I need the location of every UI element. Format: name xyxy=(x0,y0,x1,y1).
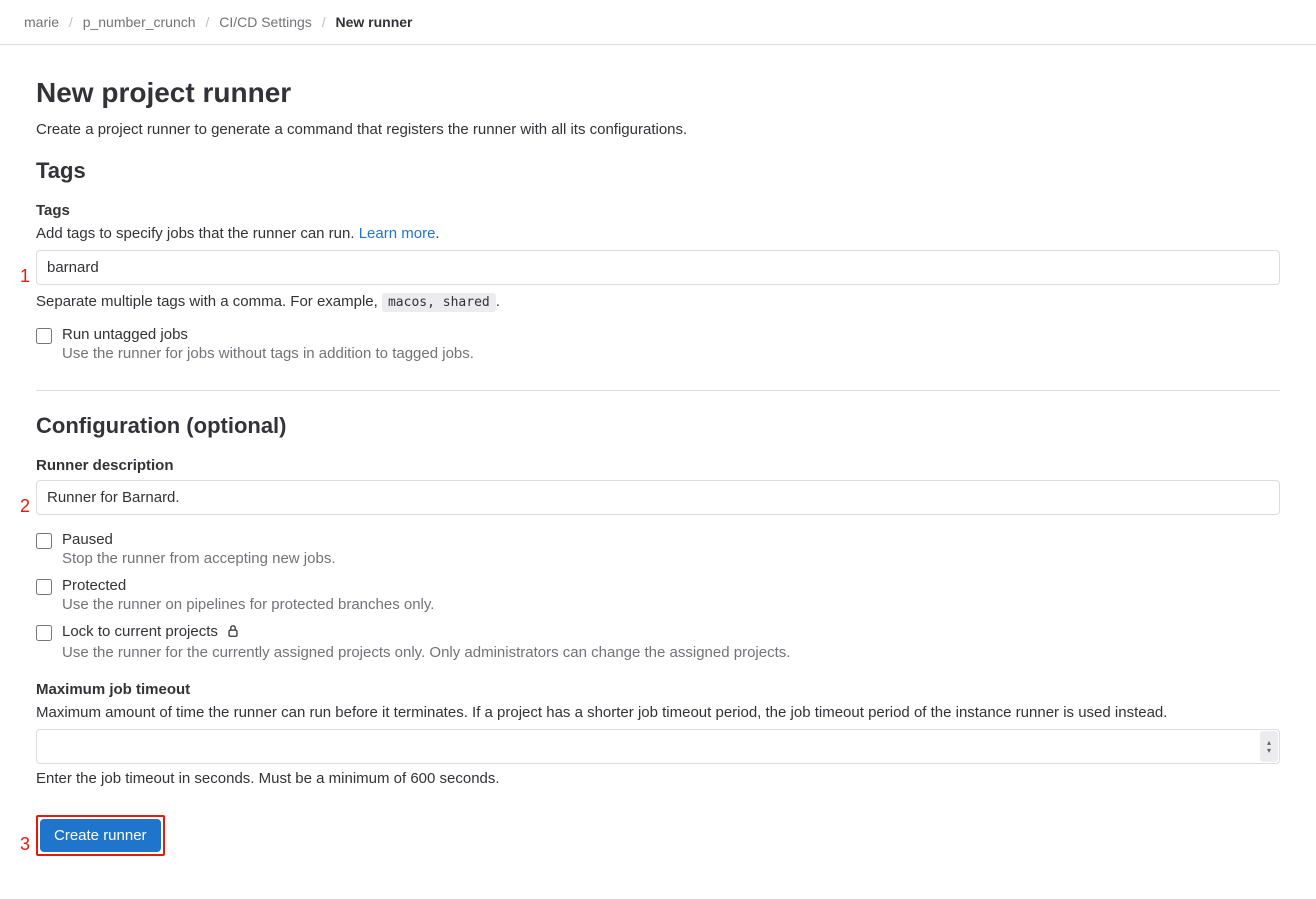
timeout-desc: Maximum amount of time the runner can ru… xyxy=(36,704,1280,721)
lock-icon xyxy=(226,624,240,642)
timeout-input[interactable] xyxy=(36,729,1280,764)
number-stepper[interactable]: ▴ ▾ xyxy=(1260,731,1278,762)
protected-desc: Use the runner on pipelines for protecte… xyxy=(62,596,1280,613)
section-title-config: Configuration (optional) xyxy=(36,413,1280,439)
lock-label: Lock to current projects xyxy=(62,623,218,640)
tags-help-prefix: Separate multiple tags with a comma. For… xyxy=(36,293,382,310)
breadcrumb-item-project[interactable]: p_number_crunch xyxy=(83,14,196,30)
tags-help-text: Separate multiple tags with a comma. For… xyxy=(36,293,1280,310)
breadcrumb: marie / p_number_crunch / CI/CD Settings… xyxy=(0,0,1316,45)
paused-checkbox[interactable] xyxy=(36,533,52,549)
run-untagged-desc: Use the runner for jobs without tags in … xyxy=(62,345,1280,362)
breadcrumb-separator: / xyxy=(69,14,73,30)
create-runner-button[interactable]: Create runner xyxy=(40,819,161,852)
paused-label: Paused xyxy=(62,531,1280,548)
create-runner-highlight: Create runner xyxy=(36,815,165,856)
breadcrumb-item-current: New runner xyxy=(335,14,412,30)
timeout-label: Maximum job timeout xyxy=(36,681,1280,698)
lock-checkbox[interactable] xyxy=(36,625,52,641)
breadcrumb-separator: / xyxy=(322,14,326,30)
tags-desc-suffix: . xyxy=(435,225,439,242)
tags-field-desc: Add tags to specify jobs that the runner… xyxy=(36,225,1280,242)
lock-desc: Use the runner for the currently assigne… xyxy=(62,644,1280,661)
runner-desc-input[interactable] xyxy=(36,480,1280,515)
run-untagged-label: Run untagged jobs xyxy=(62,326,1280,343)
protected-checkbox[interactable] xyxy=(36,579,52,595)
timeout-help: Enter the job timeout in seconds. Must b… xyxy=(36,770,1280,787)
lock-label-row: Lock to current projects xyxy=(62,623,1280,642)
run-untagged-checkbox[interactable] xyxy=(36,328,52,344)
breadcrumb-item-settings[interactable]: CI/CD Settings xyxy=(219,14,312,30)
tags-learn-more-link[interactable]: Learn more xyxy=(359,225,436,242)
chevron-down-icon: ▾ xyxy=(1267,747,1271,755)
page-title: New project runner xyxy=(36,77,1280,109)
page-description: Create a project runner to generate a co… xyxy=(36,121,1280,138)
protected-label: Protected xyxy=(62,577,1280,594)
paused-desc: Stop the runner from accepting new jobs. xyxy=(62,550,1280,567)
breadcrumb-item-user[interactable]: marie xyxy=(24,14,59,30)
section-divider xyxy=(36,390,1280,391)
tags-field-label: Tags xyxy=(36,202,1280,219)
breadcrumb-separator: / xyxy=(205,14,209,30)
tags-input[interactable] xyxy=(36,250,1280,285)
tags-help-code: macos, shared xyxy=(382,293,496,312)
runner-desc-label: Runner description xyxy=(36,457,1280,474)
tags-desc-text: Add tags to specify jobs that the runner… xyxy=(36,225,359,242)
section-title-tags: Tags xyxy=(36,158,1280,184)
tags-help-suffix: . xyxy=(496,293,500,310)
